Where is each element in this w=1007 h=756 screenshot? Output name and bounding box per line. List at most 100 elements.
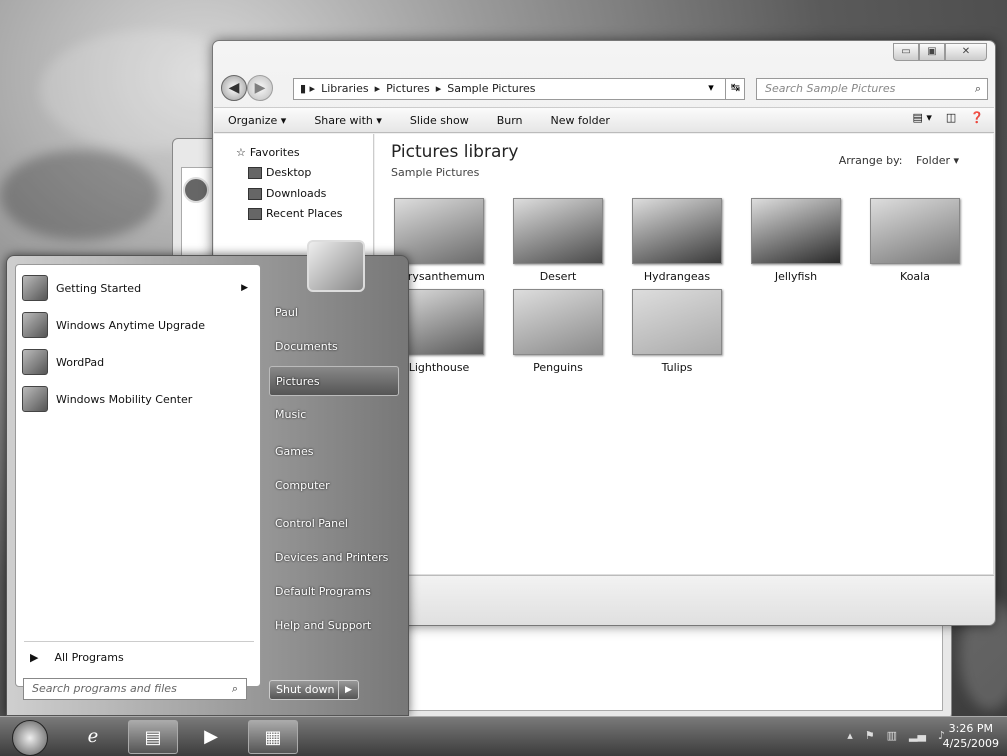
- thumbnail-item[interactable]: Hydrangeas: [627, 198, 727, 283]
- shutdown-options-icon[interactable]: ▶: [338, 681, 358, 699]
- nav-favorites[interactable]: ☆ Favorites: [236, 146, 300, 159]
- thumbnail-label: Hydrangeas: [643, 270, 711, 283]
- view-options-icon[interactable]: ▤ ▾: [912, 111, 931, 124]
- search-icon[interactable]: ⌕: [232, 679, 238, 699]
- program-anytime-upgrade[interactable]: Windows Anytime Upgrade: [22, 312, 254, 338]
- address-dropdown-icon[interactable]: ▾: [701, 78, 721, 100]
- taskbar: ℯ ▤ ▶ ▦ ▴ ⚑ ▥ ▂▄ ♪ 3:26 PM 4/25/2009: [0, 716, 1007, 756]
- start-search-input[interactable]: Search programs and files ⌕: [23, 678, 247, 700]
- network-icon[interactable]: ▥: [887, 729, 897, 742]
- search-placeholder: Search Sample Pictures: [765, 82, 896, 95]
- start-link[interactable]: Help and Support: [269, 611, 399, 641]
- start-link[interactable]: Music: [269, 400, 399, 430]
- arrange-dropdown[interactable]: Folder ▾: [916, 154, 959, 167]
- slide-show-button[interactable]: Slide show: [396, 114, 483, 127]
- photo-thumbnail: [394, 198, 484, 264]
- content-area: Pictures library Sample Pictures Arrange…: [375, 134, 993, 574]
- start-link[interactable]: Devices and Printers: [269, 543, 399, 573]
- shutdown-button[interactable]: Shut down ▶: [269, 680, 359, 700]
- thumbnail-item[interactable]: Koala: [865, 198, 965, 283]
- star-icon: ☆: [236, 146, 246, 159]
- submenu-arrow-icon[interactable]: ▶: [241, 283, 248, 293]
- preview-pane-icon[interactable]: ◫: [946, 111, 956, 124]
- breadcrumb-libraries[interactable]: Libraries: [321, 79, 369, 99]
- mobility-taskbar-icon[interactable]: ▦: [248, 720, 298, 754]
- internet-explorer-icon[interactable]: ℯ: [68, 720, 118, 754]
- minimize-button[interactable]: ▭: [893, 43, 919, 61]
- organize-button[interactable]: Organize ▾: [214, 114, 300, 127]
- start-link[interactable]: Computer: [269, 471, 399, 501]
- nav-downloads-label: Downloads: [266, 187, 327, 200]
- nav-desktop[interactable]: Desktop: [248, 166, 311, 179]
- thumbnail-item[interactable]: Penguins: [508, 289, 608, 374]
- breadcrumb-pictures[interactable]: Pictures: [386, 79, 430, 99]
- help-icon[interactable]: ❓: [970, 111, 984, 124]
- all-programs-button[interactable]: ▶ All Programs: [30, 651, 124, 664]
- show-hidden-icon[interactable]: ▴: [847, 729, 853, 742]
- nav-favorites-label: Favorites: [249, 146, 300, 159]
- thumbnail-label: Desert: [539, 270, 577, 283]
- program-getting-started[interactable]: Getting Started ▶: [22, 275, 254, 301]
- arrange-label: Arrange by:: [838, 154, 903, 167]
- program-label: Getting Started: [56, 281, 142, 295]
- photo-thumbnail: [870, 198, 960, 264]
- thumbnail-item[interactable]: Tulips: [627, 289, 727, 374]
- clock-time: 3:26 PM: [948, 722, 993, 735]
- start-link[interactable]: Documents: [269, 332, 399, 362]
- window-controls: ▭ ▣ ✕: [893, 43, 987, 61]
- burn-button[interactable]: Burn: [483, 114, 537, 127]
- program-label: Windows Mobility Center: [56, 392, 193, 406]
- explorer-taskbar-icon[interactable]: ▤: [128, 720, 178, 754]
- windows-logo-icon: [22, 312, 48, 338]
- thumbnail-label: Penguins: [533, 361, 583, 374]
- program-wordpad[interactable]: WordPad: [22, 349, 254, 375]
- back-button[interactable]: ◀: [221, 75, 247, 101]
- maximize-button[interactable]: ▣: [919, 43, 945, 61]
- start-link[interactable]: Pictures: [269, 366, 399, 396]
- nav-desktop-label: Desktop: [266, 166, 312, 179]
- clock[interactable]: 3:26 PM 4/25/2009: [943, 721, 999, 751]
- close-button[interactable]: ✕: [945, 43, 987, 61]
- search-input[interactable]: Search Sample Pictures ⌕: [756, 78, 988, 100]
- start-link[interactable]: Games: [269, 437, 399, 467]
- program-label: WordPad: [56, 355, 105, 369]
- thumbnail-label: Jellyfish: [774, 270, 818, 283]
- recent-places-icon: [248, 207, 262, 220]
- nav-recent-places[interactable]: Recent Places: [248, 207, 343, 220]
- back-icon: [183, 177, 209, 203]
- thumbnail-item[interactable]: Desert: [508, 198, 608, 283]
- start-button[interactable]: [12, 720, 48, 756]
- new-folder-button[interactable]: New folder: [537, 114, 624, 127]
- photo-thumbnail: [513, 198, 603, 264]
- desktop-icon: [248, 166, 262, 179]
- thumbnail-item[interactable]: Jellyfish: [746, 198, 846, 283]
- user-picture[interactable]: [307, 240, 365, 292]
- thumbnail-label: Tulips: [661, 361, 693, 374]
- wordpad-icon: [22, 349, 48, 375]
- library-title: Pictures library: [391, 142, 519, 162]
- start-search-placeholder: Search programs and files: [32, 682, 177, 695]
- breadcrumb-sample-pictures[interactable]: Sample Pictures: [447, 79, 535, 99]
- start-link[interactable]: Control Panel: [269, 509, 399, 539]
- shutdown-label: Shut down: [276, 683, 335, 696]
- forward-button[interactable]: ▶: [247, 75, 273, 101]
- photo-thumbnail: [632, 289, 722, 355]
- divider: [24, 641, 254, 642]
- library-icon: ▮ ▸: [300, 82, 316, 95]
- photo-thumbnail: [632, 198, 722, 264]
- flag-icon[interactable]: ⚑: [865, 729, 875, 742]
- thumbnail-label: Koala: [900, 270, 930, 283]
- start-link[interactable]: Paul: [269, 298, 399, 328]
- search-icon[interactable]: ⌕: [975, 79, 981, 99]
- start-link[interactable]: Default Programs: [269, 577, 399, 607]
- start-menu: Getting Started ▶ Windows Anytime Upgrad…: [6, 240, 409, 716]
- address-bar[interactable]: ▮ ▸ Libraries ▸ Pictures ▸ Sample Pictur…: [293, 78, 745, 100]
- nav-recent-label: Recent Places: [266, 207, 343, 220]
- share-with-button[interactable]: Share with ▾: [300, 114, 396, 127]
- media-player-icon[interactable]: ▶: [186, 720, 236, 754]
- refresh-button[interactable]: ↹: [725, 78, 745, 100]
- signal-icon[interactable]: ▂▄: [909, 729, 926, 742]
- all-programs-label: All Programs: [54, 651, 124, 664]
- nav-downloads[interactable]: Downloads: [248, 187, 326, 200]
- program-mobility-center[interactable]: Windows Mobility Center: [22, 386, 254, 412]
